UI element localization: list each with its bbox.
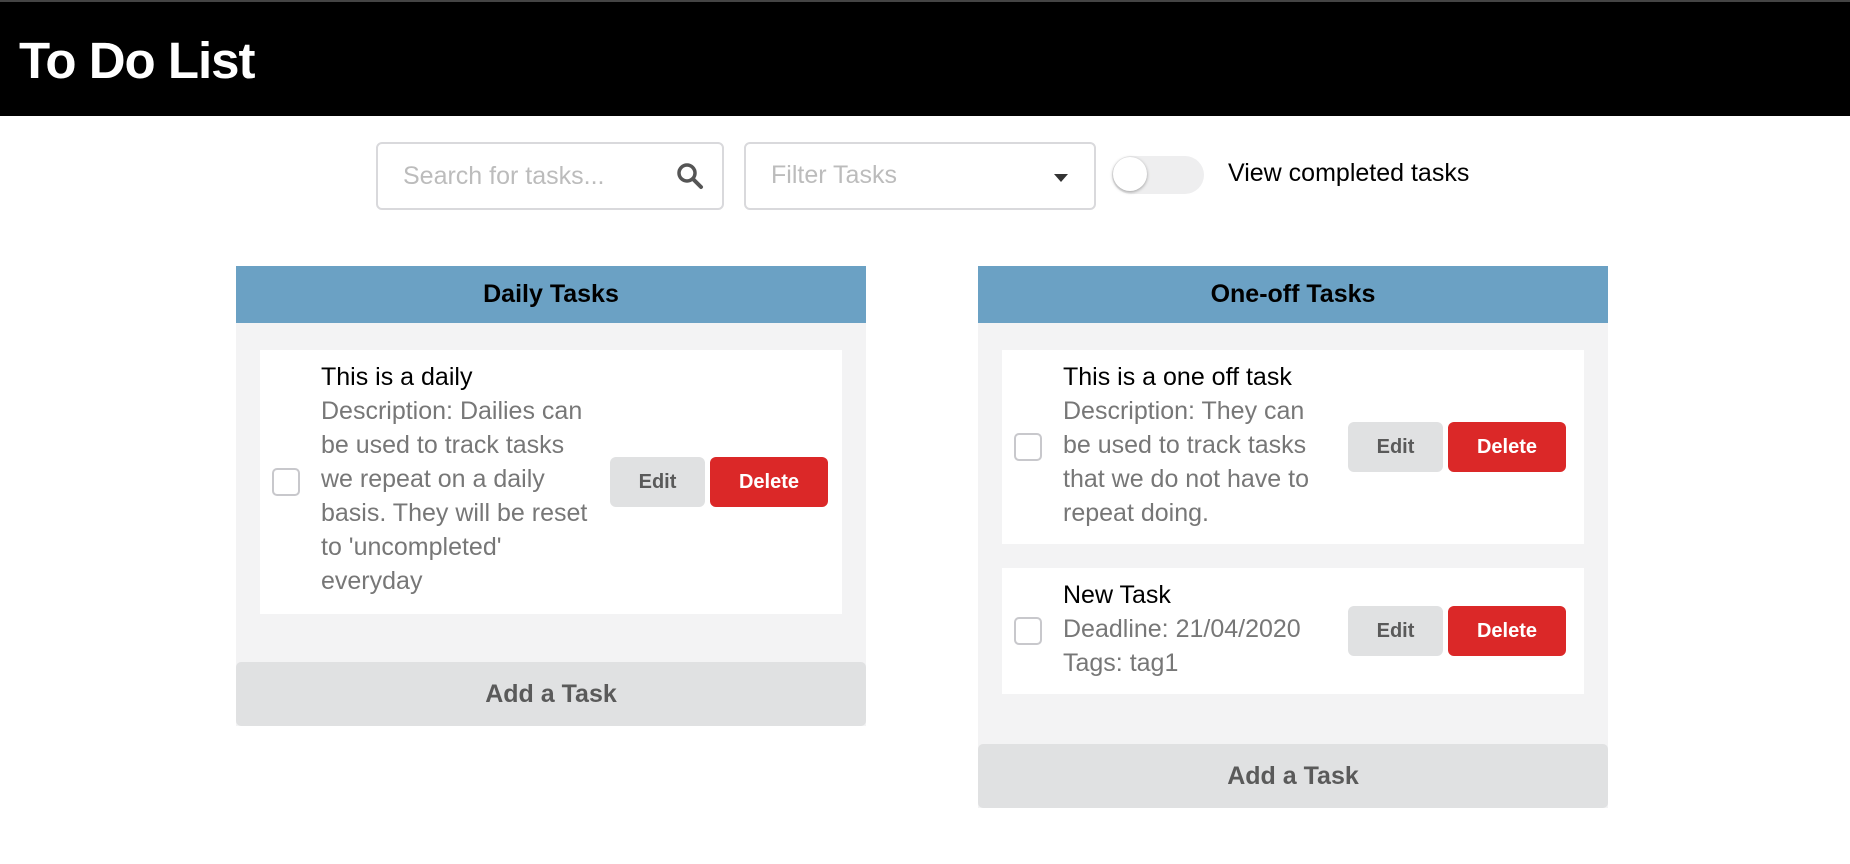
task-checkbox[interactable] <box>1014 433 1042 461</box>
app-header: To Do List <box>0 0 1850 116</box>
edit-button[interactable]: Edit <box>1348 422 1443 472</box>
task-text: This is a one off task Description: They… <box>1063 360 1333 530</box>
search-input[interactable] <box>378 144 668 208</box>
filter-placeholder: Filter Tasks <box>771 161 897 189</box>
task-text: New Task Deadline: 21/04/2020 Tags: tag1 <box>1063 578 1333 680</box>
task-title: New Task <box>1063 581 1171 609</box>
delete-button[interactable]: Delete <box>1448 606 1566 656</box>
task-tags: Tags: tag1 <box>1063 649 1179 677</box>
toggle-knob <box>1113 157 1147 191</box>
task-title: This is a one off task <box>1063 363 1292 391</box>
task-text: This is a daily Description: Dailies can… <box>321 360 591 598</box>
filter-dropdown[interactable]: Filter Tasks <box>744 142 1096 210</box>
edit-button[interactable]: Edit <box>610 457 705 507</box>
task-checkbox[interactable] <box>272 468 300 496</box>
oneoff-tasks-column: One-off Tasks This is a one off task Des… <box>978 266 1608 808</box>
daily-tasks-column: Daily Tasks This is a daily Description:… <box>236 266 866 726</box>
edit-button[interactable]: Edit <box>1348 606 1443 656</box>
task-card: This is a daily Description: Dailies can… <box>260 350 842 614</box>
add-daily-task-button[interactable]: Add a Task <box>236 662 866 726</box>
delete-button[interactable]: Delete <box>1448 422 1566 472</box>
task-checkbox[interactable] <box>1014 617 1042 645</box>
daily-tasks-header: Daily Tasks <box>236 266 866 323</box>
search-box[interactable] <box>376 142 724 210</box>
task-description: Description: They can be used to track t… <box>1063 397 1310 527</box>
task-title: This is a daily <box>321 363 473 391</box>
task-card: New Task Deadline: 21/04/2020 Tags: tag1… <box>1002 568 1584 694</box>
oneoff-tasks-header: One-off Tasks <box>978 266 1608 323</box>
task-description: Description: Dailies can be used to trac… <box>321 397 588 595</box>
task-deadline: Deadline: 21/04/2020 <box>1063 615 1301 643</box>
add-oneoff-task-button[interactable]: Add a Task <box>978 744 1608 808</box>
page-title: To Do List <box>19 32 256 89</box>
task-card: This is a one off task Description: They… <box>1002 350 1584 544</box>
view-completed-label: View completed tasks <box>1228 159 1470 187</box>
view-completed-toggle[interactable] <box>1112 156 1204 194</box>
search-icon[interactable] <box>676 162 704 190</box>
delete-button[interactable]: Delete <box>710 457 828 507</box>
chevron-down-icon <box>1054 174 1068 182</box>
